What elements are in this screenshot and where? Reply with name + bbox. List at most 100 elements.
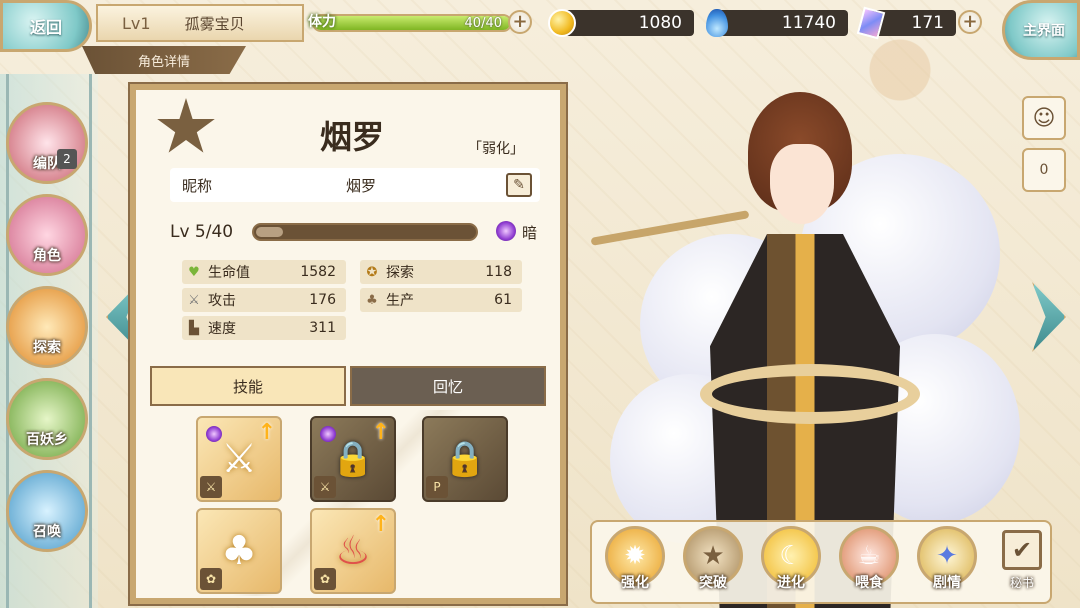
action-bar: ✹ 强化 ★ 突破 ☾ 进化 ☕ 喂食 ✦ 剧情 ✔ 秘书: [590, 520, 1052, 604]
nav-village[interactable]: 百妖乡: [6, 378, 88, 460]
story-label: 剧情: [933, 575, 961, 591]
heart-count: 0: [1039, 162, 1049, 178]
nickname-label: 昵称: [182, 176, 213, 195]
stamina-value: 40/40: [464, 16, 502, 31]
enhance-button[interactable]: ✹ 强化: [602, 526, 668, 600]
feed-button[interactable]: ☕ 喂食: [836, 526, 902, 600]
coin-value: 1080: [638, 13, 682, 33]
secretary-label: 秘书: [1009, 576, 1034, 590]
nav-village-label: 百妖乡: [26, 432, 68, 448]
secretary-button[interactable]: ✔ 秘书: [1000, 530, 1044, 600]
skill-slot-4[interactable]: ♣ ✿: [196, 508, 282, 594]
meat-skill-icon: ♨: [335, 528, 371, 574]
stat-explore-value: 118: [485, 264, 512, 280]
nav-summon-label: 召唤: [33, 524, 61, 540]
coin-icon: [548, 9, 576, 37]
heart-icon: ♥: [188, 264, 200, 280]
nav-summon[interactable]: 召唤: [6, 470, 88, 552]
evolve-button[interactable]: ☾ 进化: [758, 526, 824, 600]
stat-production-value: 61: [494, 292, 512, 308]
stat-speed-label: 速度: [208, 321, 236, 337]
character-level: Lv 5/40: [170, 222, 234, 242]
skill-slot-3[interactable]: 🔒 P: [422, 416, 508, 502]
like-button[interactable]: 0: [1022, 148, 1066, 192]
tab-skills[interactable]: 技能: [150, 366, 346, 406]
skill-type-icon: ✿: [314, 568, 336, 590]
add-gem-button[interactable]: +: [958, 10, 982, 34]
checkmark-icon: ✔: [1002, 530, 1042, 570]
stamina-label: 体力: [308, 14, 336, 30]
stat-production-label: 生产: [386, 293, 414, 309]
stat-speed-value: 311: [309, 320, 336, 336]
evolve-label: 进化: [777, 575, 805, 591]
nav-explore-label: 探索: [33, 340, 61, 356]
lock-icon: 🔒: [443, 439, 487, 479]
dark-attribute-icon: [496, 221, 516, 241]
stat-attack-label: 攻击: [208, 293, 236, 309]
bag-skill-icon: ♣: [221, 528, 257, 574]
stat-hp-value: 1582: [300, 264, 336, 280]
story-button[interactable]: ✦ 剧情: [914, 526, 980, 600]
nav-explore[interactable]: 探索: [6, 286, 88, 368]
skills-grid: ↑ ⚔ ⚔ ↑ 🔒 ⚔ 🔒 P ♣ ✿ ↑ ♨ ✿: [150, 410, 546, 596]
lock-icon: 🔒: [331, 439, 375, 479]
gem-value: 171: [911, 13, 944, 33]
player-name: 孤雾宝贝: [184, 14, 245, 33]
feed-label: 喂食: [855, 575, 883, 591]
stat-production: ♣ 生产 61: [360, 288, 522, 312]
character-info-panel: 烟罗 「弱化」 昵称 烟罗 ✎ Lv 5/40 暗 ♥ 生命值 1582 ⚔ 攻…: [128, 82, 568, 606]
tab-memories[interactable]: 回忆: [350, 366, 546, 406]
stat-hp-label: 生命值: [208, 265, 250, 281]
coin-counter: 1080: [560, 10, 694, 36]
detail-tabs: 技能 回忆: [150, 366, 546, 406]
skill-slot-1[interactable]: ↑ ⚔ ⚔: [196, 416, 282, 502]
upgrade-arrow-icon: ↑: [371, 420, 390, 445]
stat-attack-value: 176: [309, 292, 336, 308]
stat-hp: ♥ 生命值 1582: [182, 260, 346, 284]
passive-skill-icon: P: [426, 476, 448, 498]
player-level: Lv1: [122, 13, 151, 33]
team-count-badge: 2: [57, 149, 77, 169]
bag-icon: ♣: [366, 292, 378, 308]
enhance-label: 强化: [621, 575, 649, 591]
compass-icon: ✪: [366, 264, 378, 280]
nav-character-label: 角色: [33, 248, 61, 264]
dark-attribute-icon: [206, 426, 222, 442]
rope-belt: [700, 364, 920, 424]
nav-team[interactable]: 编队 2: [6, 102, 88, 184]
edit-nickname-button[interactable]: ✎: [506, 173, 532, 197]
level-progress-bar: [252, 223, 478, 241]
breakthrough-label: 突破: [699, 575, 727, 591]
character-tag: 「弱化」: [468, 141, 524, 157]
home-button[interactable]: 主界面: [1002, 0, 1080, 60]
sword-icon: ⚔: [188, 292, 200, 308]
stat-explore-label: 探索: [386, 265, 414, 281]
nav-character[interactable]: 角色: [6, 194, 88, 276]
skill-type-icon: ✿: [200, 568, 222, 590]
rarity-star-icon: [157, 98, 215, 153]
stat-speed: ▙ 速度 311: [182, 316, 346, 340]
soul-fire-counter: 11740: [716, 10, 848, 36]
attribute-label: 暗: [522, 224, 538, 242]
add-stamina-button[interactable]: +: [508, 10, 532, 34]
back-label: 返回: [29, 18, 62, 37]
skill-slot-2[interactable]: ↑ 🔒 ⚔: [310, 416, 396, 502]
emote-button[interactable]: ☺: [1022, 96, 1066, 140]
page-title: 角色详情: [82, 46, 246, 74]
level-row: Lv 5/40 暗: [170, 220, 540, 244]
back-button[interactable]: 返回: [0, 0, 92, 52]
skill-type-icon: ⚔: [200, 476, 222, 498]
upgrade-arrow-icon: ↑: [257, 420, 276, 445]
home-label: 主界面: [1023, 23, 1065, 39]
soul-fire-icon: [706, 9, 728, 37]
edit-icon: ✎: [513, 177, 525, 193]
breakthrough-button[interactable]: ★ 突破: [680, 526, 746, 600]
upgrade-arrow-icon: ↑: [371, 512, 390, 537]
boot-icon: ▙: [189, 320, 199, 336]
soul-fire-value: 11740: [781, 13, 836, 33]
stat-explore: ✪ 探索 118: [360, 260, 522, 284]
skill-slot-5[interactable]: ↑ ♨ ✿: [310, 508, 396, 594]
player-level-plate: Lv1 孤雾宝贝: [96, 4, 304, 42]
sword-skill-icon: ⚔: [221, 436, 257, 482]
level-progress-fill: [256, 227, 284, 237]
